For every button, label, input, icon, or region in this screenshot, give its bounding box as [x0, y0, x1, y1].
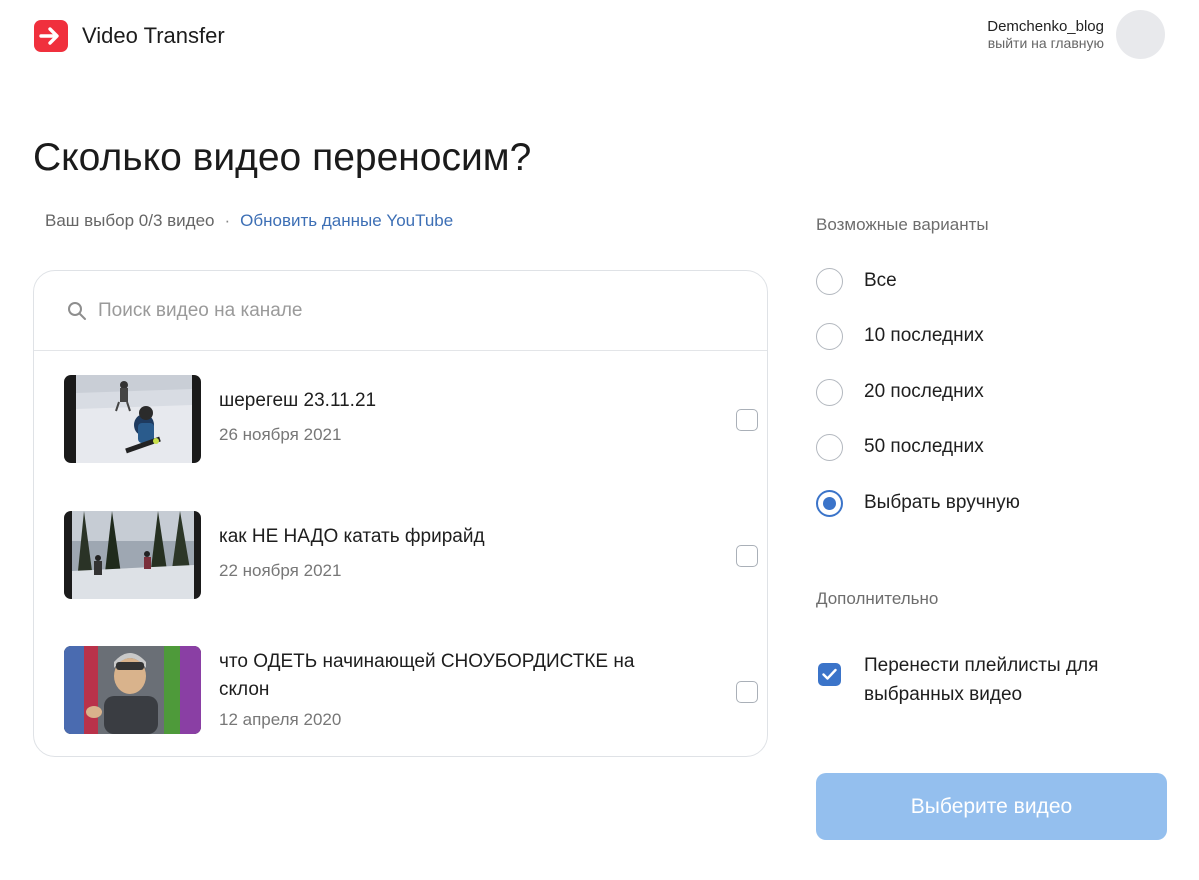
- home-link[interactable]: выйти на главную: [987, 35, 1104, 52]
- video-thumbnail: [64, 375, 201, 463]
- option-last-20[interactable]: 20 последних: [816, 378, 984, 406]
- option-manual[interactable]: Выбрать вручную: [816, 489, 1020, 517]
- radio-button-selected[interactable]: [816, 489, 843, 517]
- transfer-playlists-label: Перенести плейлисты для выбранных видео: [864, 655, 1099, 705]
- transfer-playlists-option[interactable]: Перенести плейлисты для выбранных видео: [818, 651, 1164, 709]
- option-last-10[interactable]: 10 последних: [816, 322, 984, 350]
- search-icon: [66, 300, 88, 322]
- user-menu[interactable]: Demchenko_blog выйти на главную: [987, 10, 1165, 59]
- video-item[interactable]: как НЕ НАДО катать фрирайд 22 ноября 202…: [64, 511, 758, 601]
- search-input[interactable]: [98, 299, 698, 322]
- video-checkbox[interactable]: [736, 545, 758, 567]
- selection-summary: Ваш выбор 0/3 видео · Обновить данные Yo…: [45, 211, 453, 231]
- video-title: что ОДЕТЬ начинающей СНОУБОРДИСТКЕ на ск…: [219, 651, 635, 700]
- option-label: Выбрать вручную: [864, 492, 1020, 513]
- video-list-panel: шерегеш 23.11.21 26 ноября 2021 как НЕ Н…: [33, 270, 768, 757]
- option-last-50[interactable]: 50 последних: [816, 433, 984, 461]
- select-videos-button[interactable]: Выберите видео: [816, 773, 1167, 840]
- radio-button[interactable]: [816, 433, 843, 461]
- selection-count: Ваш выбор 0/3 видео: [45, 211, 215, 230]
- video-date: 22 ноября 2021: [219, 561, 342, 580]
- extra-label: Дополнительно: [816, 589, 939, 608]
- video-checkbox[interactable]: [736, 681, 758, 703]
- video-title: шерегеш 23.11.21: [219, 390, 377, 411]
- user-name: Demchenko_blog: [987, 17, 1104, 35]
- avatar[interactable]: [1116, 10, 1165, 59]
- radio-button[interactable]: [816, 267, 843, 295]
- option-label: Все: [864, 270, 897, 291]
- search-bar: [34, 271, 767, 351]
- refresh-youtube-link[interactable]: Обновить данные YouTube: [240, 211, 453, 231]
- app-name: Video Transfer: [82, 23, 225, 48]
- checkbox-checked[interactable]: [818, 663, 841, 686]
- radio-button[interactable]: [816, 378, 843, 406]
- video-checkbox[interactable]: [736, 409, 758, 431]
- option-all[interactable]: Все: [816, 267, 897, 295]
- video-item[interactable]: что ОДЕТЬ начинающей СНОУБОРДИСТКЕ на ск…: [64, 646, 758, 736]
- video-title: как НЕ НАДО катать фрирайд: [219, 526, 485, 547]
- separator-dot: ·: [224, 211, 231, 230]
- video-date: 26 ноября 2021: [219, 425, 342, 444]
- option-label: 50 последних: [864, 436, 984, 457]
- options-label: Возможные варианты: [816, 215, 989, 234]
- video-thumbnail: [64, 511, 201, 599]
- video-thumbnail: [64, 646, 201, 734]
- video-item[interactable]: шерегеш 23.11.21 26 ноября 2021: [64, 375, 758, 465]
- arrow-right-icon: [34, 20, 68, 52]
- radio-button[interactable]: [816, 322, 843, 350]
- page-title: Сколько видео переносим?: [33, 136, 532, 179]
- video-date: 12 апреля 2020: [219, 710, 342, 729]
- option-label: 20 последних: [864, 381, 984, 402]
- option-label: 10 последних: [864, 325, 984, 346]
- app-logo[interactable]: Video Transfer: [34, 20, 225, 52]
